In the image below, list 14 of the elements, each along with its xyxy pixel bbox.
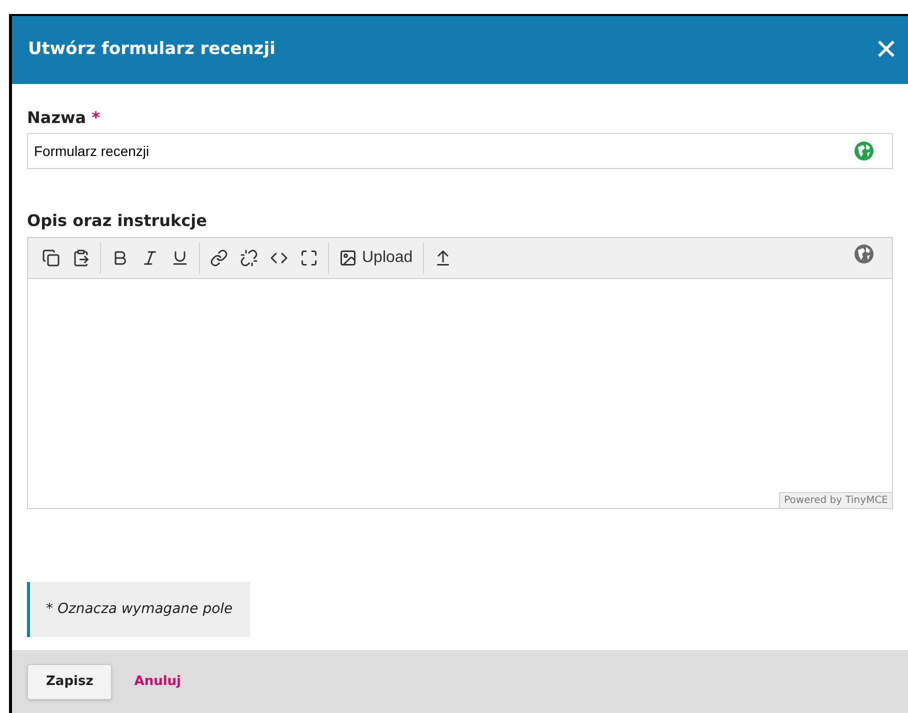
dialog-title: Utwórz formularz recenzji: [28, 38, 276, 62]
required-note: * Oznacza wymagane pole: [27, 582, 250, 637]
editor-area[interactable]: Powered by TinyMCE: [28, 279, 892, 508]
cancel-link[interactable]: Anuluj: [134, 672, 182, 692]
globe-icon[interactable]: [854, 141, 874, 161]
name-input[interactable]: Formularz recenzji: [27, 133, 893, 169]
save-button[interactable]: Zapisz: [27, 664, 112, 700]
globe-icon[interactable]: [854, 244, 874, 264]
close-button[interactable]: ✕: [874, 36, 898, 64]
powered-by-label: Powered by TinyMCE: [779, 492, 892, 508]
image-icon: [339, 249, 357, 267]
field-label: Opis oraz instrukcje: [27, 210, 208, 232]
upload-button[interactable]: Upload: [333, 243, 419, 273]
field-label: Nazwa *: [27, 107, 102, 129]
